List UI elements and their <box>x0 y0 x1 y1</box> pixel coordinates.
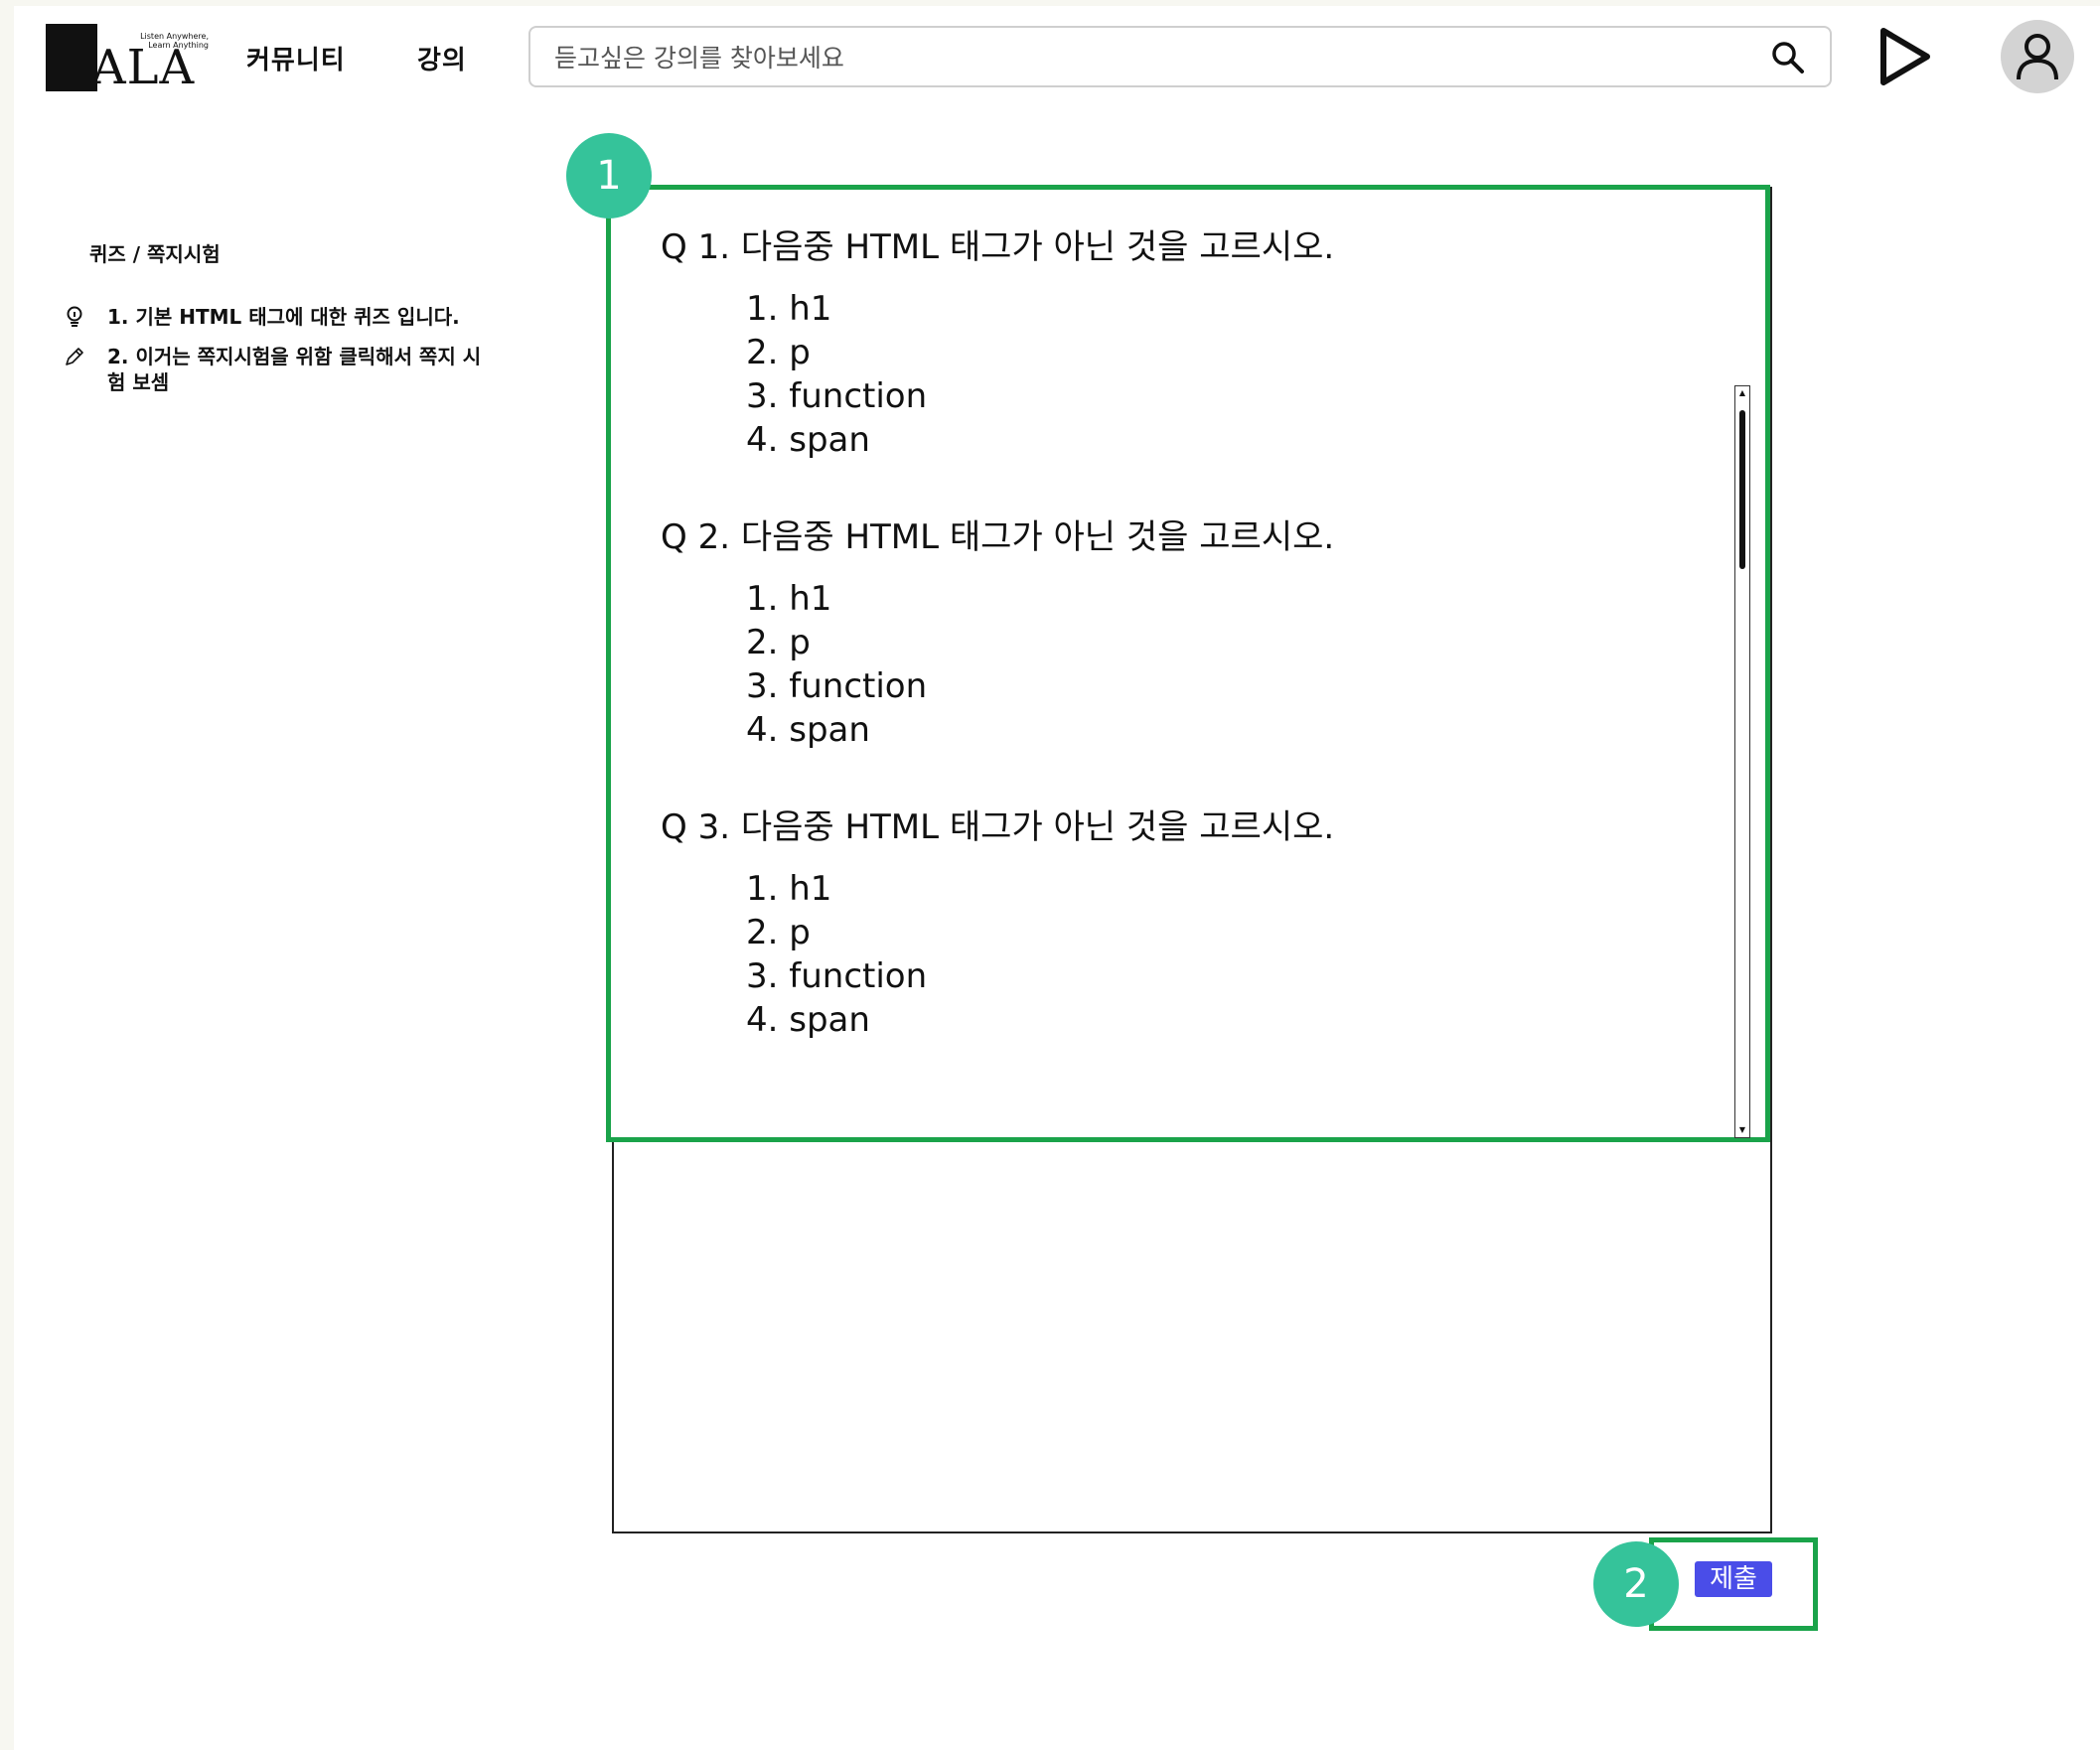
submit-button[interactable]: 제출 <box>1695 1561 1772 1597</box>
answer-option[interactable]: 3. function <box>746 954 1694 998</box>
answer-option[interactable]: 2. p <box>746 911 1694 954</box>
answer-option[interactable]: 1. h1 <box>746 867 1694 911</box>
scrollbar[interactable]: ▲ ▼ <box>1734 385 1750 1138</box>
answer-option[interactable]: 2. p <box>746 621 1694 664</box>
answer-option[interactable]: 3. function <box>746 374 1694 418</box>
user-icon <box>2017 34 2058 80</box>
question-1: Q 1. 다음중 HTML 태그가 아닌 것을 고르시오. 1. h1 2. p… <box>661 225 1694 462</box>
logo-mark <box>46 24 97 91</box>
sidebar-item-quiz[interactable]: 1. 기본 HTML 태그에 대한 퀴즈 입니다. <box>64 304 505 330</box>
question-3: Q 3. 다음중 HTML 태그가 아닌 것을 고르시오. 1. h1 2. p… <box>661 805 1694 1042</box>
question-title: Q 1. 다음중 HTML 태그가 아닌 것을 고르시오. <box>661 227 1335 267</box>
avatar[interactable] <box>2001 20 2074 93</box>
annotation-badge-2: 2 <box>1593 1541 1679 1627</box>
sidebar-item-test[interactable]: 2. 이거는 쪽지시험을 위함 클릭해서 쪽지 시험 보셈 <box>64 344 485 395</box>
pencil-icon <box>66 348 83 365</box>
search-icon[interactable] <box>1770 40 1806 75</box>
answer-option[interactable]: 4. span <box>746 418 1694 462</box>
scrollbar-thumb[interactable] <box>1739 410 1745 569</box>
annotation-badge-1: 1 <box>566 133 652 219</box>
answer-option[interactable]: 3. function <box>746 664 1694 708</box>
question-2: Q 2. 다음중 HTML 태그가 아닌 것을 고르시오. 1. h1 2. p… <box>661 515 1694 752</box>
sidebar-title: 퀴즈 / 쪽지시험 <box>89 242 221 266</box>
nav-lectures[interactable]: 강의 <box>417 40 467 76</box>
answer-option[interactable]: 4. span <box>746 708 1694 752</box>
search-bar[interactable] <box>528 26 1832 87</box>
lightbulb-icon <box>67 306 82 327</box>
logo[interactable]: ALA Listen Anywhere, Learn Anything <box>46 20 209 95</box>
scroll-down-icon[interactable]: ▼ <box>1737 1125 1747 1135</box>
sidebar-item-label: 1. 기본 HTML 태그에 대한 퀴즈 입니다. <box>107 305 460 329</box>
quiz-scroll-area[interactable]: Q 1. 다음중 HTML 태그가 아닌 것을 고르시오. 1. h1 2. p… <box>606 185 1770 1142</box>
search-input[interactable] <box>554 40 1746 75</box>
quiz-list: Q 1. 다음중 HTML 태그가 아닌 것을 고르시오. 1. h1 2. p… <box>661 225 1694 1095</box>
nav-community[interactable]: 커뮤니티 <box>246 40 346 76</box>
logo-tagline: Listen Anywhere, Learn Anything <box>140 32 209 50</box>
question-title: Q 3. 다음중 HTML 태그가 아닌 것을 고르시오. <box>661 807 1335 847</box>
answer-option[interactable]: 2. p <box>746 331 1694 374</box>
answer-option[interactable]: 1. h1 <box>746 287 1694 331</box>
scroll-up-icon[interactable]: ▲ <box>1737 388 1747 398</box>
answer-option[interactable]: 4. span <box>746 998 1694 1042</box>
answer-option[interactable]: 1. h1 <box>746 577 1694 621</box>
sidebar-item-label: 2. 이거는 쪽지시험을 위함 클릭해서 쪽지 시험 보셈 <box>107 345 482 394</box>
question-title: Q 2. 다음중 HTML 태그가 아닌 것을 고르시오. <box>661 517 1335 557</box>
play-icon[interactable] <box>1877 26 1933 87</box>
